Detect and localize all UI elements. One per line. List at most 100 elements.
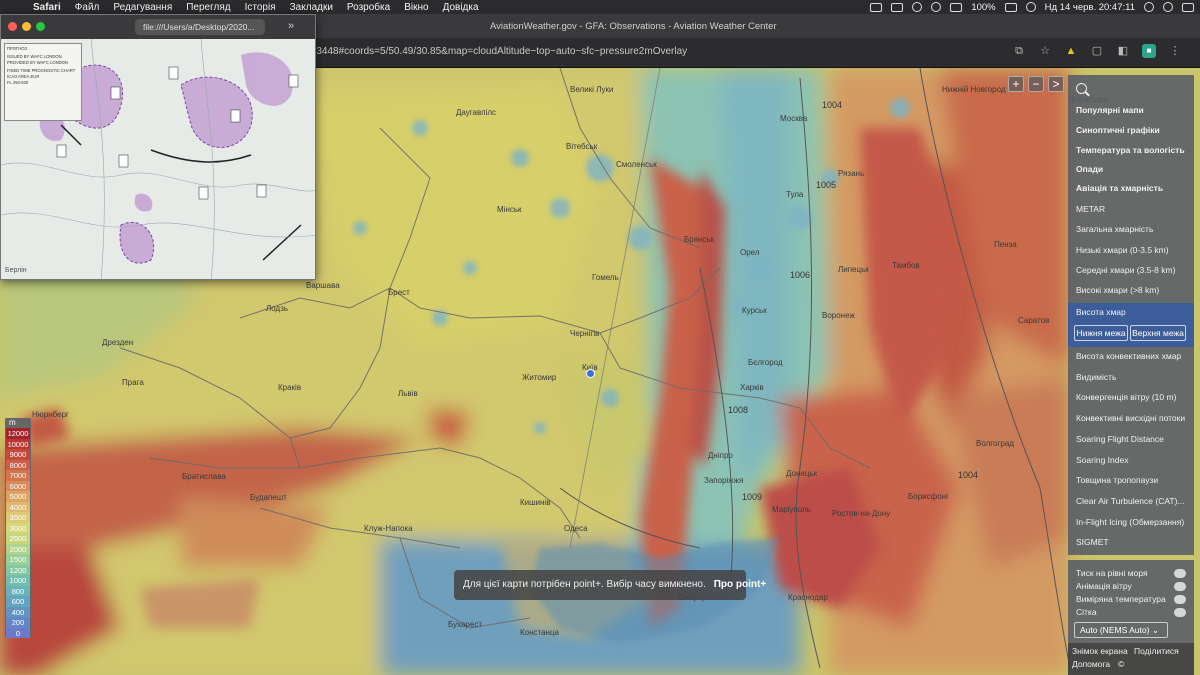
about-point-plus-link[interactable]: Про point+ — [714, 579, 766, 590]
chevron-right-icon[interactable]: » — [288, 20, 294, 32]
toggle-measured-temperature[interactable] — [1174, 595, 1186, 604]
preview-url[interactable]: file:///Users/a/Desktop/2020... — [135, 19, 265, 35]
legend-level: 1500 — [6, 554, 30, 565]
clock[interactable]: Нд 14 черв. 20:47:11 — [1045, 2, 1135, 13]
menu-history[interactable]: Історія — [238, 2, 283, 13]
legend-level: 8000 — [6, 459, 30, 471]
collapse-panel-button[interactable]: > — [1048, 76, 1064, 92]
legend-level: 3500 — [6, 512, 30, 523]
place-label: Констанца — [520, 628, 559, 637]
place-label: Мінськ — [497, 205, 522, 214]
control-icon[interactable] — [931, 2, 942, 12]
panel-item[interactable]: Високі хмари (>8 km) — [1076, 285, 1159, 295]
lower-bound-button[interactable]: Нижня межа — [1074, 325, 1128, 341]
overlay-pressure[interactable]: Тиск на рівні моря — [1076, 568, 1148, 578]
panel-item[interactable]: Низькі хмари (0-3.5 km) — [1076, 245, 1169, 255]
panel-item[interactable]: SIGMET — [1076, 537, 1109, 547]
copyright: © — [1118, 659, 1125, 669]
airplay-icon[interactable] — [870, 2, 883, 12]
focus-icon[interactable] — [1025, 2, 1036, 12]
place-label: Краків — [278, 383, 302, 392]
bookmark-star-icon[interactable]: ☆ — [1038, 44, 1052, 58]
zoom-in-button[interactable]: + — [1008, 76, 1024, 92]
isobar-label: 1004 — [958, 470, 978, 480]
wifi-icon[interactable] — [950, 2, 963, 12]
battery-icon[interactable] — [1004, 2, 1017, 12]
minimize-window-icon[interactable] — [22, 22, 31, 31]
overlay-measured-temperature[interactable]: Виміряна температура — [1076, 594, 1166, 604]
model-select[interactable]: Auto (NEMS Auto) ⌄ — [1074, 622, 1168, 638]
zoom-window-icon[interactable] — [36, 22, 45, 31]
panel-item[interactable]: In-Flight Icing (Обмерзання) — [1076, 517, 1184, 527]
menu-edit[interactable]: Редагування — [106, 2, 179, 13]
menu-help[interactable]: Довідка — [436, 2, 486, 13]
menu-bookmarks[interactable]: Закладки — [283, 2, 340, 13]
preview-window[interactable]: file:///Users/a/Desktop/2020... » ПРОГНО… — [0, 14, 316, 280]
panel-item[interactable]: Видимість — [1076, 372, 1116, 382]
input-source-icon[interactable] — [891, 2, 904, 12]
legend-level: 6000 — [6, 480, 30, 492]
extension-colored-icon[interactable]: ■ — [1142, 44, 1156, 58]
browser-tools: ⧉ ☆ ▲ ▢ ◧ ■ ⋮ — [1012, 44, 1182, 58]
panel-item[interactable]: Товщина тропопаузи — [1076, 475, 1158, 485]
zoom-out-button[interactable]: − — [1028, 76, 1044, 92]
sidebar-icon[interactable]: ⋮ — [1168, 44, 1182, 58]
screenshot-link[interactable]: Знімок екрана — [1072, 646, 1128, 656]
search-icon[interactable] — [1076, 83, 1087, 94]
toggle-wind-animation[interactable] — [1174, 582, 1186, 591]
volume-icon[interactable] — [912, 2, 923, 12]
panel-item[interactable]: Авіація та хмарність — [1076, 183, 1163, 193]
panel-item[interactable]: Soaring Flight Distance — [1076, 434, 1164, 444]
legend-unit: m — [9, 418, 16, 427]
place-label: Запоріжжя — [704, 476, 744, 485]
panel-item[interactable]: Висота конвективних хмар — [1076, 351, 1181, 361]
close-window-icon[interactable] — [8, 22, 17, 31]
panel-item[interactable]: Середні хмари (3.5-8 km) — [1076, 265, 1175, 275]
panel-item[interactable]: Температура та вологість — [1076, 145, 1185, 155]
place-label: Орел — [740, 248, 760, 257]
menu-develop[interactable]: Розробка — [340, 2, 397, 13]
tab-aviationweather[interactable]: AviationWeather.gov - GFA: Observations … — [480, 17, 787, 35]
panel-item[interactable]: Синоптичні графіки — [1076, 125, 1160, 135]
place-label: Великі Луки — [570, 85, 614, 94]
overlay-grid[interactable]: Сітка — [1076, 607, 1097, 617]
place-label: Брянськ — [684, 235, 715, 244]
menu-file[interactable]: Файл — [68, 2, 107, 13]
user-icon[interactable] — [1163, 2, 1173, 12]
search-icon[interactable] — [1144, 2, 1154, 12]
place-label: Ростов-на-Дону — [832, 509, 891, 518]
share-link[interactable]: Поділитися — [1134, 646, 1179, 656]
panel-item[interactable]: METAR — [1076, 204, 1105, 214]
menu-window[interactable]: Вікно — [397, 2, 435, 13]
chart-info-line: PROVIDED BY WAFC LONDON — [7, 60, 68, 65]
panel-item[interactable]: Висота хмар — [1076, 307, 1126, 317]
chart-info-line: ПРОГНОЗ — [7, 46, 28, 51]
place-label: Борисфоні — [908, 492, 948, 501]
translate-icon[interactable]: ⧉ — [1012, 44, 1026, 58]
help-link[interactable]: Допомога — [1072, 659, 1110, 669]
overlay-wind-animation[interactable]: Анімація вітру — [1076, 581, 1132, 591]
chart-info-line: FIXED TIME PROGNOSTIC CHART — [7, 68, 76, 73]
location-marker[interactable] — [586, 369, 595, 378]
place-label: Даугавпілс — [456, 108, 496, 117]
toggle-pressure[interactable] — [1174, 569, 1186, 578]
panel-item[interactable]: Конвергенція вітру (10 m) — [1076, 392, 1176, 402]
app-menu[interactable]: Safari — [26, 2, 68, 13]
panel-item[interactable]: Опади — [1076, 164, 1103, 174]
panel-item[interactable]: Популярні мапи — [1076, 105, 1144, 115]
chevron-down-icon: ⌄ — [1151, 625, 1159, 635]
extension-icon-2[interactable]: ◧ — [1116, 44, 1130, 58]
control-center-icon[interactable] — [1182, 2, 1194, 12]
extension-icon[interactable]: ▢ — [1090, 44, 1104, 58]
panel-item[interactable]: Soaring Index — [1076, 455, 1128, 465]
place-label: Одеса — [564, 524, 588, 533]
panel-item[interactable]: Clear Air Turbulence (CAT)... — [1076, 496, 1185, 506]
panel-item[interactable]: Загальна хмарність — [1076, 224, 1153, 234]
upper-bound-button[interactable]: Верхня межа — [1130, 325, 1186, 341]
menu-view[interactable]: Перегляд — [179, 2, 237, 13]
isobar-label: 1004 — [822, 100, 842, 110]
panel-item[interactable]: Конвективні висхідні потоки — [1076, 413, 1185, 423]
warning-extension-icon[interactable]: ▲ — [1064, 44, 1078, 58]
legend-level: 400 — [6, 606, 30, 618]
toggle-grid[interactable] — [1174, 608, 1186, 617]
